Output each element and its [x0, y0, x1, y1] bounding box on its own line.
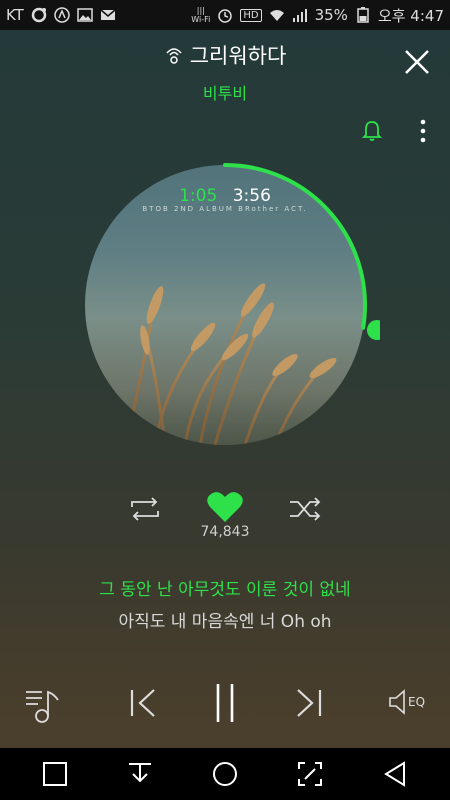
progress-knob [366, 320, 380, 341]
album-progress-area: BTOB 2ND ALBUM BRother ACT. 1:05 3:56 [70, 150, 380, 460]
status-bar: KT ||| Wi-Fi HD 35% 오후 4:47 [0, 0, 450, 30]
music-app-icon [31, 7, 47, 23]
hd-voice-badge: HD [240, 8, 262, 22]
player-controls: EQ [0, 680, 450, 730]
more-options-icon[interactable] [418, 118, 428, 144]
playlist-icon[interactable] [24, 686, 64, 724]
wifi-icon [269, 10, 284, 21]
mail-icon [100, 9, 116, 20]
home-icon[interactable] [212, 761, 238, 787]
capture-icon[interactable] [297, 761, 323, 787]
lyric-current-line[interactable]: 그 동안 난 아무것도 이룬 것이 없네 [0, 575, 450, 600]
heart-icon[interactable] [206, 490, 244, 524]
title-row: 그리워하다 [0, 40, 450, 70]
battery-percent: 35% [314, 6, 348, 24]
total-time: 3:56 [232, 186, 271, 206]
gallery-icon [77, 8, 93, 22]
equalizer-button[interactable]: EQ [388, 688, 425, 716]
carrier-label: KT [6, 6, 24, 24]
lyric-next-line[interactable]: 아직도 내 마음속엔 너 Oh oh [0, 607, 450, 632]
bell-icon[interactable] [360, 118, 384, 142]
signal-icon [292, 9, 307, 22]
time-display: 1:05 3:56 [70, 186, 380, 206]
system-nav-bar [0, 748, 450, 800]
pause-icon[interactable] [212, 682, 238, 724]
speaker-icon [389, 689, 405, 715]
repeat-icon[interactable] [128, 496, 162, 522]
battery-icon [357, 7, 369, 23]
wifi-label: ||| Wi-Fi [191, 6, 211, 24]
clock: 오후 4:47 [377, 6, 444, 25]
recent-apps-icon[interactable] [42, 761, 68, 787]
back-icon[interactable] [382, 761, 408, 787]
song-title: 그리워하다 [189, 44, 287, 68]
alarm-icon [218, 9, 233, 23]
song-header: 그리워하다 비투비 [0, 40, 450, 104]
close-icon[interactable] [402, 47, 432, 77]
previous-track-icon[interactable] [128, 686, 158, 720]
download-icon[interactable] [127, 761, 153, 787]
elapsed-time: 1:05 [179, 186, 218, 206]
artist-name[interactable]: 비투비 [0, 80, 450, 104]
hi-fi-icon [166, 48, 182, 64]
shuffle-icon[interactable] [288, 496, 322, 522]
eq-label: EQ [408, 695, 426, 709]
next-track-icon[interactable] [294, 686, 324, 720]
like-count: 74,843 [200, 524, 250, 540]
app-notification-icon [54, 7, 70, 23]
